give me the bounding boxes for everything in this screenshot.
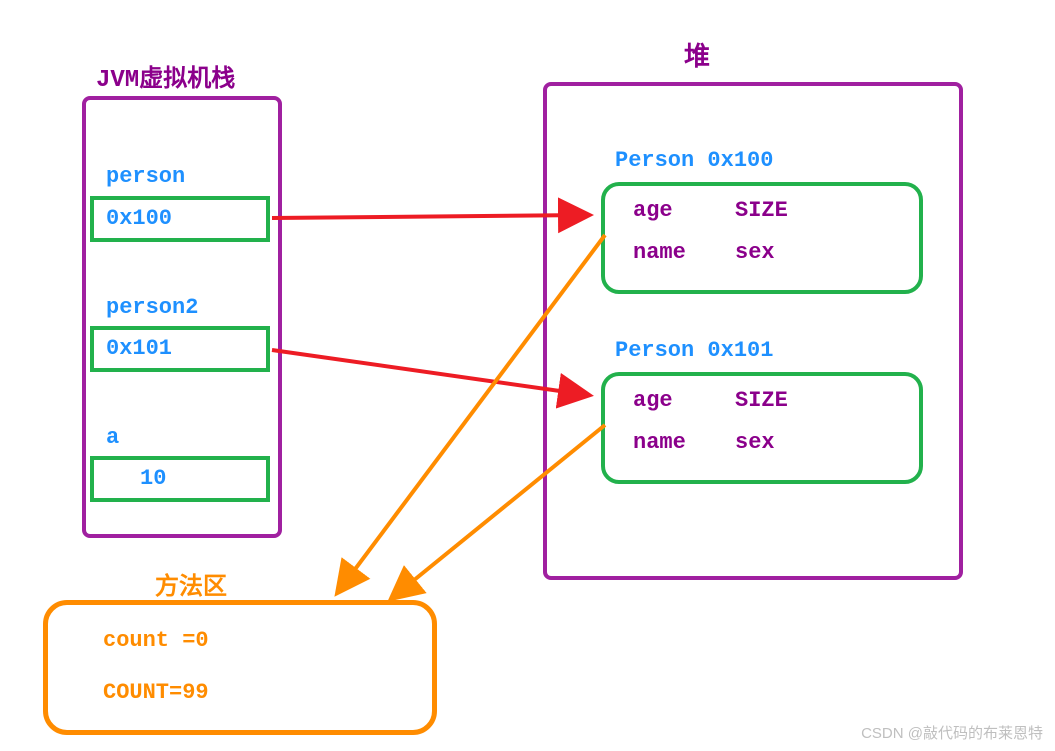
heap-object-1-f4: sex: [735, 430, 775, 455]
stack-entry-label-1: person2: [106, 295, 198, 320]
arrow-stack0-heap0: [272, 215, 588, 218]
stack-entry-value-2: 10: [140, 466, 166, 491]
stack-entry-value-1: 0x101: [106, 336, 172, 361]
heap-object-0-f4: sex: [735, 240, 775, 265]
arrow-stack1-heap1: [272, 350, 588, 395]
watermark: CSDN @敲代码的布莱恩特: [861, 722, 1043, 743]
heap-object-0-f1: age: [633, 198, 673, 223]
heap-object-header-1: Person 0x101: [615, 338, 773, 363]
stack-entry-box-2: [90, 456, 270, 502]
heap-object-1-f1: age: [633, 388, 673, 413]
method-area-box: [43, 600, 437, 735]
heap-object-0-f2: SIZE: [735, 198, 788, 223]
stack-entry-label-0: person: [106, 164, 185, 189]
heap-object-0-f3: name: [633, 240, 686, 265]
method-area-title: 方法区: [155, 566, 227, 602]
method-area-line-1: count =0: [103, 628, 209, 653]
stack-entry-label-2: a: [106, 425, 119, 450]
stack-entry-value-0: 0x100: [106, 206, 172, 231]
heap-title: 堆: [684, 36, 710, 73]
heap-object-1-f3: name: [633, 430, 686, 455]
heap-object-1-f2: SIZE: [735, 388, 788, 413]
heap-object-header-0: Person 0x100: [615, 148, 773, 173]
stack-title: JVM虚拟机栈: [96, 58, 235, 94]
method-area-line-2: COUNT=99: [103, 680, 209, 705]
